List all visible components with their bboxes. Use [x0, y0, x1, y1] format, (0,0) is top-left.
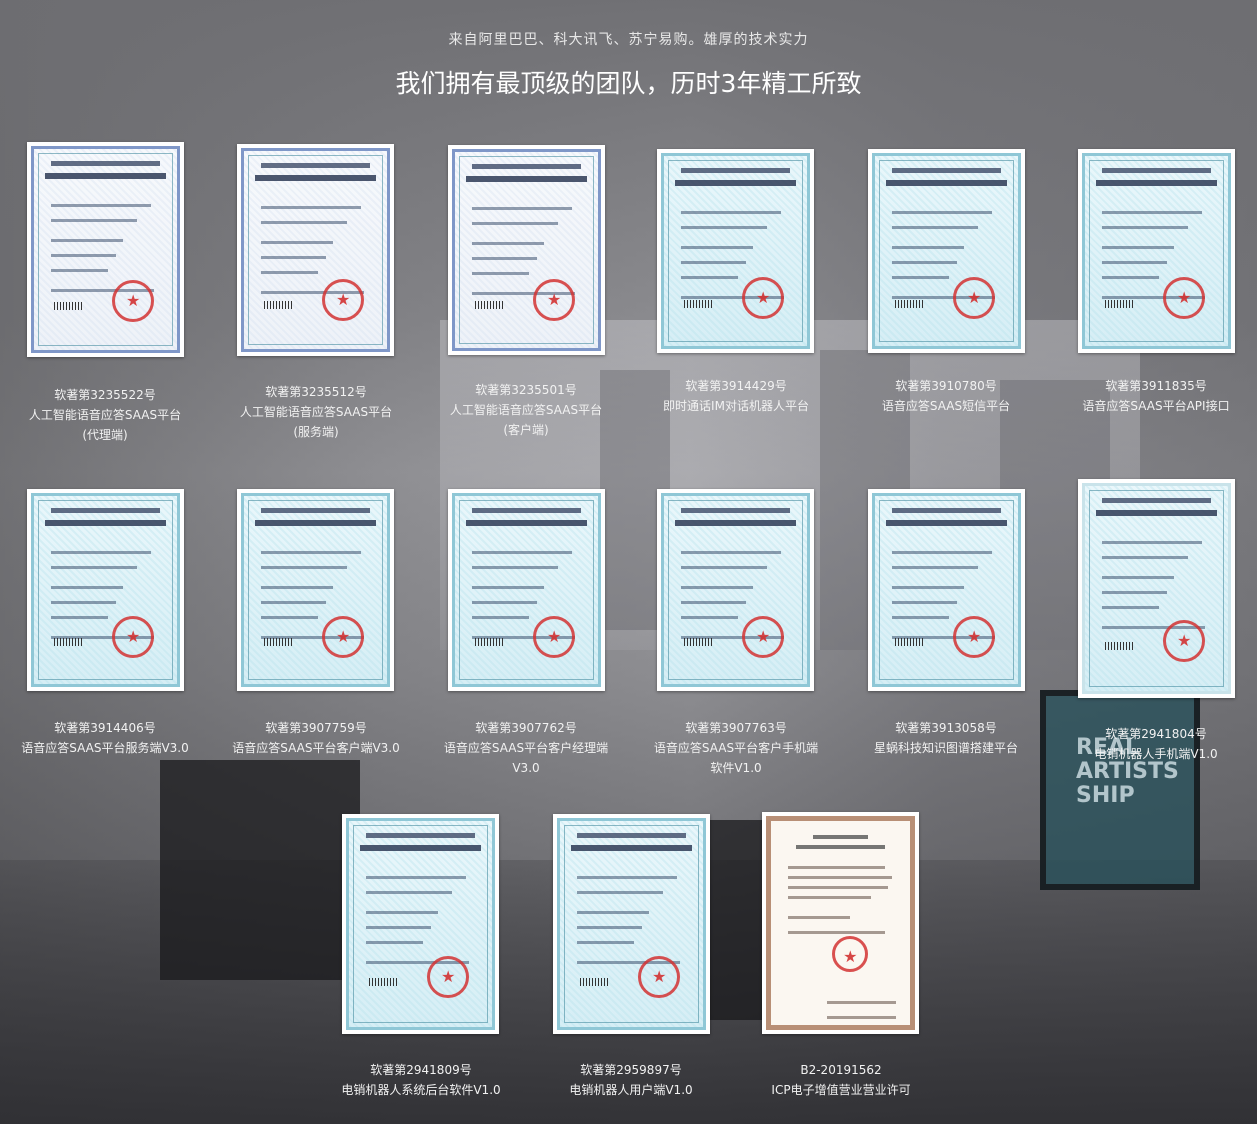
- certificate-image[interactable]: [657, 489, 814, 691]
- certificate-number: 软著第3910780号: [895, 379, 997, 393]
- certificate-name: 电销机器人用户端V1.0: [569, 1083, 693, 1097]
- certificate-name: 语音应答SAAS平台服务端V3.0: [21, 741, 189, 755]
- certificate-number: 软著第3907759号: [265, 721, 367, 735]
- certificate-caption: 软著第3235501号 人工智能语音应答SAAS平台 (客户端): [421, 380, 631, 440]
- certificate-name-line2: (服务端): [293, 425, 339, 439]
- certificate-image[interactable]: [553, 814, 710, 1034]
- certificate-number: 软著第2941809号: [370, 1063, 472, 1077]
- certificate-image[interactable]: [27, 489, 184, 691]
- certificate-name: 语音应答SAAS平台API接口: [1082, 399, 1230, 413]
- certificate-number: 软著第3913058号: [895, 721, 997, 735]
- certificate-name: 电销机器人手机端V1.0: [1094, 747, 1218, 761]
- certificate-name-line2: V3.0: [512, 761, 540, 775]
- certificate-caption: 软著第2959897号 电销机器人用户端V1.0: [526, 1060, 736, 1100]
- certificate-image[interactable]: [342, 814, 499, 1034]
- certificate-number: B2-20191562: [800, 1063, 882, 1077]
- certificate-name: 语音应答SAAS平台客户端V3.0: [232, 741, 400, 755]
- certificate-caption: 软著第3914406号 语音应答SAAS平台服务端V3.0: [0, 718, 210, 758]
- certificate-caption: 软著第3911835号 语音应答SAAS平台API接口: [1051, 376, 1257, 416]
- certificate-image[interactable]: [868, 149, 1025, 353]
- certificate-number: 软著第3911835号: [1105, 379, 1207, 393]
- page-title: 我们拥有最顶级的团队，历时3年精工所致: [395, 69, 862, 98]
- certificate-caption: 软著第2941809号 电销机器人系统后台软件V1.0: [316, 1060, 526, 1100]
- certificate-name: 电销机器人系统后台软件V1.0: [341, 1083, 501, 1097]
- certificate-name: 人工智能语音应答SAAS平台: [239, 405, 393, 419]
- certificate-image[interactable]: [868, 489, 1025, 691]
- certificate-caption: 软著第3910780号 语音应答SAAS短信平台: [841, 376, 1051, 416]
- certificate-number: 软著第2941804号: [1105, 727, 1207, 741]
- certificate-caption: 软著第3914429号 即时通话IM对话机器人平台: [631, 376, 841, 416]
- certificate-caption: 软著第2941804号 电销机器人手机端V1.0: [1051, 724, 1257, 764]
- certificate-number: 软著第2959897号: [580, 1063, 682, 1077]
- certificate-caption: 软著第3907763号 语音应答SAAS平台客户手机端 软件V1.0: [631, 718, 841, 778]
- certificate-image[interactable]: [448, 489, 605, 691]
- certificate-caption: 软著第3235512号 人工智能语音应答SAAS平台 (服务端): [211, 382, 421, 442]
- certificate-image[interactable]: [448, 145, 605, 355]
- certificate-number: 软著第3907762号: [475, 721, 577, 735]
- certificate-number: 软著第3907763号: [685, 721, 787, 735]
- wall-poster: REAL ARTISTS SHIP: [1040, 690, 1200, 890]
- certificate-name-line2: (客户端): [503, 423, 549, 437]
- certificate-number: 软著第3914429号: [685, 379, 787, 393]
- certificate-image[interactable]: [237, 144, 394, 356]
- certificate-image[interactable]: [657, 149, 814, 353]
- certificate-number: 软著第3235512号: [265, 385, 367, 399]
- certificate-number: 软著第3914406号: [54, 721, 156, 735]
- certificate-name-line2: 软件V1.0: [710, 761, 762, 775]
- certificate-number: 软著第3235501号: [475, 383, 577, 397]
- certificate-image[interactable]: [27, 142, 184, 357]
- certificate-caption: B2-20191562 ICP电子增值营业营业许可: [736, 1060, 946, 1100]
- certificate-image[interactable]: [1078, 479, 1235, 698]
- icp-license-image[interactable]: [762, 812, 919, 1034]
- certificate-name: 语音应答SAAS平台客户手机端: [653, 741, 819, 755]
- certificate-caption: 软著第3907762号 语音应答SAAS平台客户经理端 V3.0: [421, 718, 631, 778]
- certificate-name: 即时通话IM对话机器人平台: [663, 399, 809, 413]
- certificate-caption: 软著第3913058号 星蜗科技知识图谱搭建平台: [841, 718, 1051, 758]
- certificate-caption: 软著第3235522号 人工智能语音应答SAAS平台 (代理端): [0, 385, 210, 445]
- certificate-image[interactable]: [1078, 149, 1235, 353]
- certificate-name: 星蜗科技知识图谱搭建平台: [873, 741, 1018, 755]
- monitor: [160, 760, 360, 980]
- header-subtitle: 来自阿里巴巴、科大讯飞、苏宁易购。雄厚的技术实力: [448, 32, 809, 48]
- certificate-name: 语音应答SAAS平台客户经理端: [443, 741, 609, 755]
- certificate-number: 软著第3235522号: [54, 388, 156, 402]
- certificate-name: 人工智能语音应答SAAS平台: [28, 408, 182, 422]
- certificate-name-line2: (代理端): [82, 428, 128, 442]
- certificate-name: 语音应答SAAS短信平台: [881, 399, 1011, 413]
- certificate-caption: 软著第3907759号 语音应答SAAS平台客户端V3.0: [211, 718, 421, 758]
- certificate-image[interactable]: [237, 489, 394, 691]
- certificate-name: 人工智能语音应答SAAS平台: [449, 403, 603, 417]
- certificate-name: ICP电子增值营业营业许可: [771, 1083, 911, 1097]
